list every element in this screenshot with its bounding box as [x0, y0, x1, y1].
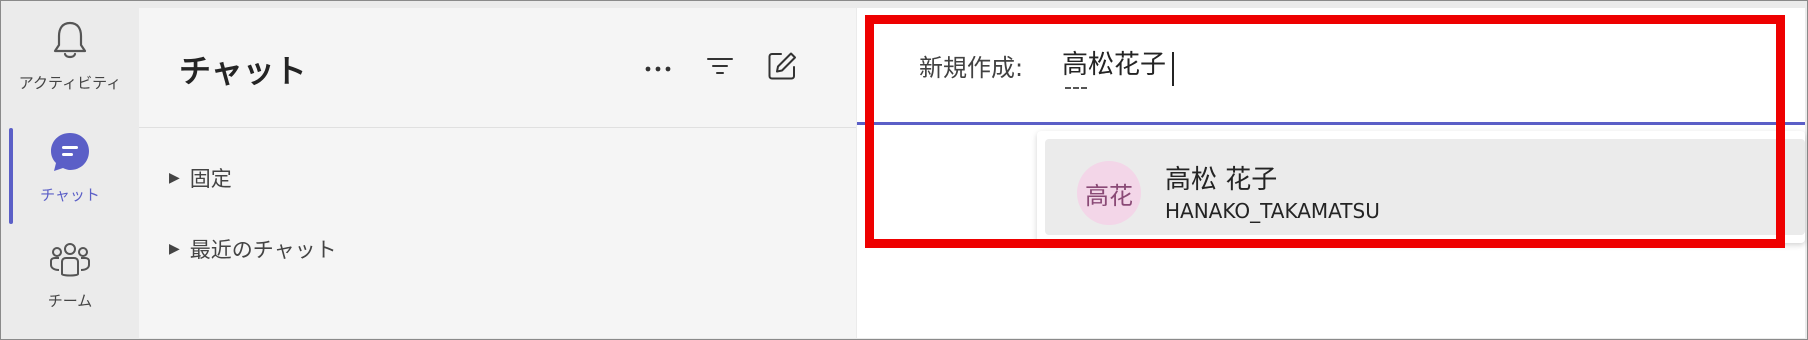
section-label: 固定 [189, 167, 232, 191]
suggestion-username: HANAKO_TAKAMATSU [1165, 199, 1380, 223]
bell-icon [50, 18, 90, 66]
caret-right-icon: ▶ [169, 241, 180, 257]
new-chat-button[interactable] [764, 50, 800, 86]
new-chat-icon [766, 50, 798, 86]
filter-icon [705, 54, 735, 82]
page-title: チャット [179, 52, 307, 90]
rail-item-chat[interactable]: チャット [2, 130, 138, 230]
filter-button[interactable] [702, 50, 738, 86]
caret-right-icon: ▶ [169, 170, 180, 186]
section-recent[interactable]: ▶ 最近のチャット [169, 234, 337, 264]
avatar: 高花 [1077, 161, 1141, 225]
app-rail: アクティビティ チャット チーム [2, 8, 138, 338]
teams-icon [48, 240, 92, 284]
divider [139, 127, 856, 128]
rail-item-label: アクティビティ [18, 74, 122, 92]
input-focus-underline [857, 122, 1805, 125]
chat-icon [48, 130, 92, 178]
rail-item-activity[interactable]: アクティビティ [2, 18, 138, 118]
rail-item-label: チャット [40, 186, 100, 204]
more-options-icon [643, 59, 673, 78]
rail-item-label: チーム [47, 292, 93, 310]
rail-item-teams[interactable]: チーム [2, 240, 138, 340]
to-label: 新規作成: [919, 54, 1024, 82]
suggestion-item[interactable]: 高花 高松 花子 HANAKO_TAKAMATSU [1045, 139, 1805, 235]
suggestion-dropdown: 高花 高松 花子 HANAKO_TAKAMATSU [1037, 131, 1805, 243]
more-options-button[interactable] [640, 50, 676, 86]
text-cursor [1172, 52, 1174, 86]
suggestion-name: 高松 花子 [1165, 165, 1278, 195]
section-label: 最近のチャット [189, 238, 337, 262]
chat-list-pane: チャット ▶ 固定 ▶ 最近のチャット [139, 8, 856, 338]
compose-pane: 新規作成: 高花 高松 花子 HANAKO_TAKAMATSU [857, 8, 1805, 338]
ime-composition-underline [1065, 87, 1087, 89]
section-pinned[interactable]: ▶ 固定 [169, 163, 232, 193]
recipient-input[interactable] [1062, 40, 1462, 84]
